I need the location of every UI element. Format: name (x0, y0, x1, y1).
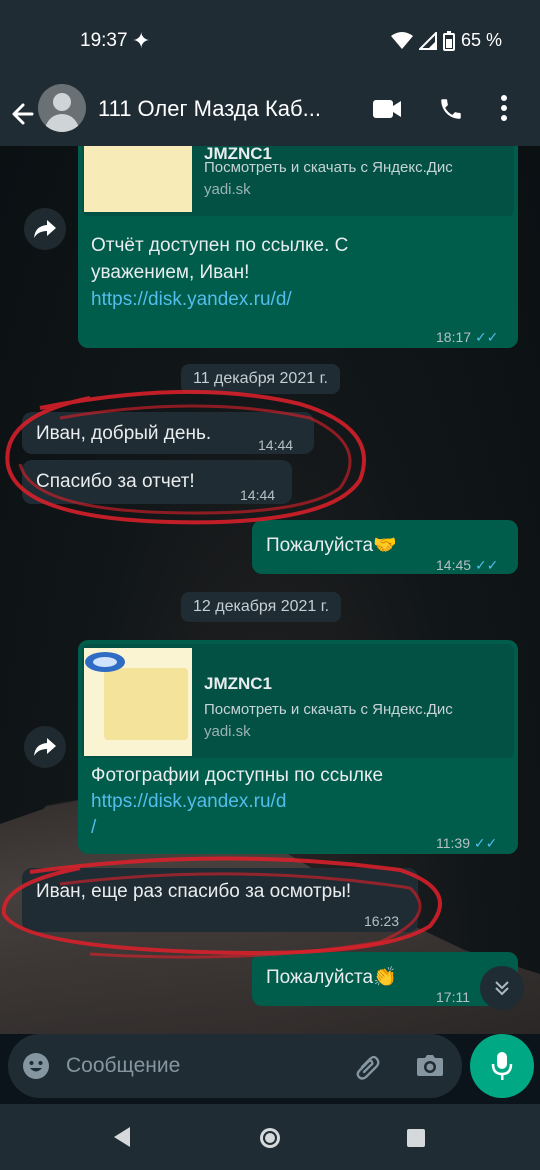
more-vert-icon[interactable] (500, 94, 508, 122)
message-time: 18:17 (436, 329, 472, 345)
read-ticks-icon: ✓✓ (473, 835, 498, 851)
forward-button[interactable] (24, 208, 66, 250)
mic-icon (491, 1052, 513, 1080)
lamp-icon (85, 652, 125, 672)
message-link[interactable]: https://disk.yandex.ru/d (91, 788, 286, 815)
message-text: Иван, еще раз спасибо за осмотры! (36, 881, 352, 902)
forward-icon (34, 220, 56, 238)
avatar[interactable] (38, 84, 86, 132)
video-call-icon[interactable] (372, 98, 402, 120)
message-text: Фотографии доступны по ссылке (91, 765, 384, 786)
message-link[interactable]: https://disk.yandex.ru/d/ (91, 286, 292, 313)
assistant-star-icon: ✦ (132, 28, 151, 53)
forward-icon (34, 738, 56, 756)
message-incoming[interactable]: Иван, добрый день. 14:44 (22, 412, 314, 454)
mic-button[interactable] (470, 1034, 534, 1098)
message-time: 16:23 (364, 913, 400, 929)
message-time: 14:44 (240, 487, 276, 503)
read-ticks-icon: ✓✓ (474, 329, 499, 345)
preview-thumbnail (84, 146, 192, 212)
emoji-icon[interactable] (22, 1052, 50, 1080)
status-bar: 19:37 ✦ 65 % (0, 0, 540, 84)
read-ticks-icon: ✓✓ (474, 557, 499, 573)
message-time: 17:11 (436, 989, 470, 1005)
preview-title: JMZNC1 (204, 674, 273, 693)
preview-domain: yadi.sk (204, 723, 251, 740)
message-text: Иван, добрый день. (36, 423, 212, 444)
link-preview[interactable]: JMZNC1 Посмотреть и скачать с Яндекс.Дис… (82, 146, 514, 216)
message-time: 14:44 (258, 437, 294, 453)
battery-icon (442, 30, 455, 51)
nav-recents-icon[interactable] (406, 1128, 426, 1148)
chat-header: 111 Олег Мазда Каб... (0, 84, 540, 146)
preview-domain: yadi.sk (204, 181, 251, 198)
system-navigation-bar (0, 1104, 540, 1170)
attach-icon[interactable] (354, 1052, 382, 1080)
camera-icon[interactable] (416, 1052, 444, 1078)
message-text: Спасибо за отчет! (36, 471, 195, 492)
message-outgoing[interactable]: Пожалуйста👏 17:11 (252, 952, 518, 1006)
contact-name[interactable]: 111 Олег Мазда Каб... (98, 96, 360, 122)
wifi-icon (390, 31, 413, 49)
preview-thumbnail (84, 648, 192, 756)
scroll-to-bottom-button[interactable] (480, 966, 524, 1010)
message-outgoing[interactable]: JMZNC1 Посмотреть и скачать с Яндекс.Дис… (78, 640, 518, 854)
message-link-continued[interactable]: / (91, 814, 96, 841)
message-text: Пожалуйста🤝 (266, 535, 397, 556)
message-text: Пожалуйста👏 (266, 967, 397, 988)
status-time: 19:37 (80, 30, 128, 51)
message-composer (8, 1034, 462, 1098)
nav-home-icon[interactable] (258, 1126, 282, 1150)
message-time: 14:45 (436, 557, 472, 573)
forward-button[interactable] (24, 726, 66, 768)
message-incoming[interactable]: Иван, еще раз спасибо за осмотры! 16:23 (22, 868, 418, 932)
message-outgoing[interactable]: Пожалуйста🤝 14:45 ✓✓ (252, 520, 518, 574)
link-preview[interactable]: JMZNC1 Посмотреть и скачать с Яндекс.Дис… (82, 644, 514, 758)
date-separator: 12 декабря 2021 г. (181, 592, 342, 622)
chat-area[interactable]: JMZNC1 Посмотреть и скачать с Яндекс.Дис… (0, 146, 540, 1034)
signal-icon (418, 31, 437, 50)
message-outgoing[interactable]: JMZNC1 Посмотреть и скачать с Яндекс.Дис… (78, 146, 518, 348)
message-incoming[interactable]: Спасибо за отчет! 14:44 (22, 460, 292, 504)
phone-icon[interactable] (438, 96, 464, 122)
date-separator: 11 декабря 2021 г. (181, 364, 340, 394)
message-time: 11:39 (436, 835, 470, 851)
chevron-double-down-icon (495, 981, 509, 996)
battery-percent: 65 % (460, 30, 502, 50)
message-input[interactable] (66, 1046, 346, 1086)
nav-back-icon[interactable] (112, 1126, 132, 1148)
message-text: Отчёт доступен по ссылке. С уважением, И… (91, 235, 349, 283)
back-arrow-icon[interactable] (10, 94, 36, 134)
status-right: 65 % (390, 30, 502, 51)
